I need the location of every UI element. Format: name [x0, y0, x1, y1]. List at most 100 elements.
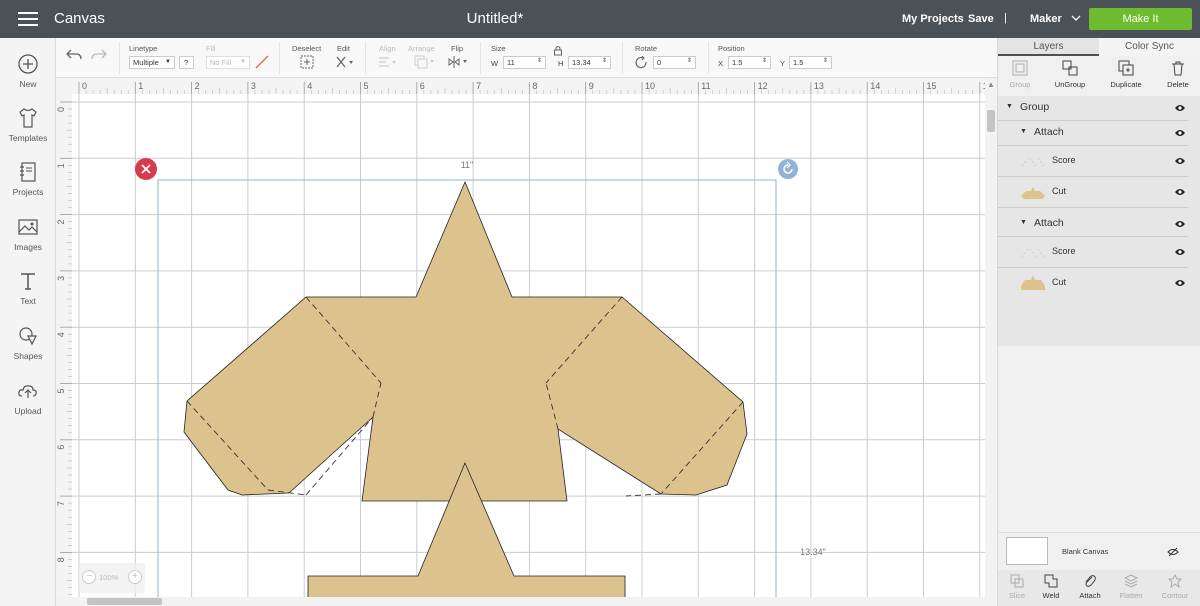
zoom-out-button[interactable]: −: [82, 570, 96, 584]
rotate-label: Rotate: [635, 44, 658, 53]
layer-attach-row[interactable]: ▼ Attach: [998, 212, 1188, 237]
left-ruler: [56, 78, 72, 606]
no-fill-swatch-icon: [255, 55, 269, 69]
upload-button[interactable]: Upload: [0, 379, 56, 416]
shapes-icon: [19, 327, 37, 346]
rotate-handle[interactable]: [778, 159, 798, 179]
ruler-left-label: 8: [56, 557, 66, 562]
layer-group-row[interactable]: ▼ Group: [998, 96, 1188, 121]
linetype-help-button[interactable]: ?: [179, 56, 194, 69]
tab-color-sync[interactable]: Color Sync: [1099, 38, 1200, 56]
eye-hidden-icon[interactable]: [1167, 547, 1179, 557]
edit-tools-icon[interactable]: [335, 55, 355, 69]
star-box-design[interactable]: [183, 180, 748, 606]
templates-button[interactable]: Templates: [0, 106, 56, 143]
ruler-top-label: 0: [82, 81, 87, 91]
weld-label: Weld: [1042, 591, 1060, 600]
top-bar: Canvas Untitled* My Projects Save | Make…: [0, 0, 1200, 38]
linetype-value: Multiple: [133, 58, 159, 67]
arrange-icon: [414, 55, 434, 69]
layers-panel: Layers Color Sync Group UnGroup Duplicat…: [997, 38, 1200, 606]
design-canvas[interactable]: 012345678910111213141516 012345678 11" 1…: [56, 78, 986, 606]
collapse-arrow-icon[interactable]: ▼: [1020, 219, 1027, 226]
my-projects-link[interactable]: My Projects: [902, 13, 964, 25]
y-position-input[interactable]: 1.5 ⇕: [789, 56, 832, 69]
align-icon: [379, 57, 396, 67]
save-link[interactable]: Save: [968, 13, 994, 25]
vertical-scrollbar[interactable]: [985, 106, 997, 606]
lock-icon[interactable]: [553, 45, 563, 56]
attach-button[interactable]: Attach: [1071, 574, 1109, 600]
layer-score-label: Score: [1052, 246, 1076, 256]
eye-icon[interactable]: [1174, 128, 1186, 138]
text-label: Text: [20, 296, 36, 306]
contour-button: Contour: [1156, 574, 1194, 600]
ruler-top-label: 8: [532, 81, 537, 91]
make-it-button[interactable]: Make It: [1089, 8, 1192, 30]
flip-label: Flip: [451, 44, 464, 53]
collapse-arrow-icon[interactable]: ▼: [1020, 128, 1027, 135]
eye-icon[interactable]: [1174, 187, 1186, 197]
ruler-left-label: 5: [56, 388, 66, 393]
weld-button[interactable]: Weld: [1032, 574, 1070, 600]
tab-layers[interactable]: Layers: [998, 38, 1099, 56]
ungroup-button[interactable]: UnGroup: [1048, 60, 1092, 89]
cut-shape-top[interactable]: [183, 180, 748, 502]
deselect-label: Deselect: [292, 44, 322, 53]
contour-label: Contour: [1161, 591, 1189, 600]
width-input[interactable]: 11 ⇕: [503, 56, 546, 69]
height-input[interactable]: 13.34 ⇕: [568, 56, 611, 69]
rotate-input[interactable]: 0 ⇕: [653, 56, 696, 69]
machine-select[interactable]: Maker: [1030, 13, 1081, 25]
layer-cut-row[interactable]: Cut: [998, 177, 1188, 208]
eye-icon[interactable]: [1174, 278, 1186, 288]
blank-canvas-swatch[interactable]: [1006, 537, 1048, 565]
ruler-top-label: 7: [476, 81, 481, 91]
contour-icon: [1168, 574, 1182, 588]
bottom-actions: Slice Weld Attach Flatten Contour: [998, 570, 1200, 606]
x-position-input[interactable]: 1.5 ⇕: [728, 56, 771, 69]
size-label: Size: [491, 44, 506, 53]
collapse-arrow-icon[interactable]: ▼: [1006, 103, 1013, 110]
toolbar-divider: [708, 42, 709, 74]
ruler-top-label: 4: [307, 81, 312, 91]
projects-button[interactable]: Projects: [0, 160, 56, 197]
ruler-top-label: 1: [138, 81, 143, 91]
eye-icon[interactable]: [1174, 156, 1186, 166]
scroll-up-arrow-icon[interactable]: ▲: [985, 78, 997, 106]
slice-label: Slice: [1008, 591, 1026, 600]
layer-cut-row[interactable]: Cut: [998, 268, 1188, 299]
layer-attach-row[interactable]: ▼ Attach: [998, 121, 1188, 146]
blank-canvas-row[interactable]: Blank Canvas: [998, 532, 1200, 570]
new-button[interactable]: New: [0, 52, 56, 89]
zoom-control: − 100% +: [79, 563, 145, 593]
shapes-button[interactable]: Shapes: [0, 324, 56, 361]
duplicate-button[interactable]: Duplicate: [1104, 60, 1148, 89]
attach-icon: [1085, 575, 1096, 587]
text-button[interactable]: Text: [0, 269, 56, 306]
images-button[interactable]: Images: [0, 215, 56, 252]
eye-icon[interactable]: [1174, 247, 1186, 257]
flip-icon[interactable]: [447, 55, 469, 69]
cut-shape-bottom[interactable]: [307, 461, 626, 606]
topbar-separator: |: [1004, 12, 1007, 24]
layer-score-row[interactable]: Score: [998, 146, 1188, 177]
panel-tabs: Layers Color Sync: [998, 38, 1200, 56]
horizontal-scrollbar[interactable]: [56, 597, 986, 606]
eye-icon[interactable]: [1174, 103, 1186, 113]
horizontal-scrollbar-thumb[interactable]: [87, 598, 162, 605]
deselect-icon[interactable]: [300, 55, 314, 69]
zoom-in-button[interactable]: +: [128, 570, 142, 584]
delete-handle[interactable]: [135, 158, 157, 180]
delete-button[interactable]: Delete: [1156, 60, 1200, 89]
eye-icon[interactable]: [1174, 219, 1186, 229]
layer-score-row[interactable]: Score: [998, 237, 1188, 268]
x-label: X: [718, 59, 724, 68]
toolbar-divider: [365, 42, 366, 74]
ruler-top-label: 9: [589, 81, 594, 91]
undo-icon[interactable]: [66, 48, 82, 62]
vertical-scrollbar-thumb[interactable]: [987, 110, 995, 132]
canvas-svg: 012345678910111213141516 012345678 11" 1…: [56, 78, 986, 606]
layer-group-label: Group: [1020, 101, 1050, 113]
linetype-select[interactable]: Multiple ▼: [129, 56, 175, 69]
